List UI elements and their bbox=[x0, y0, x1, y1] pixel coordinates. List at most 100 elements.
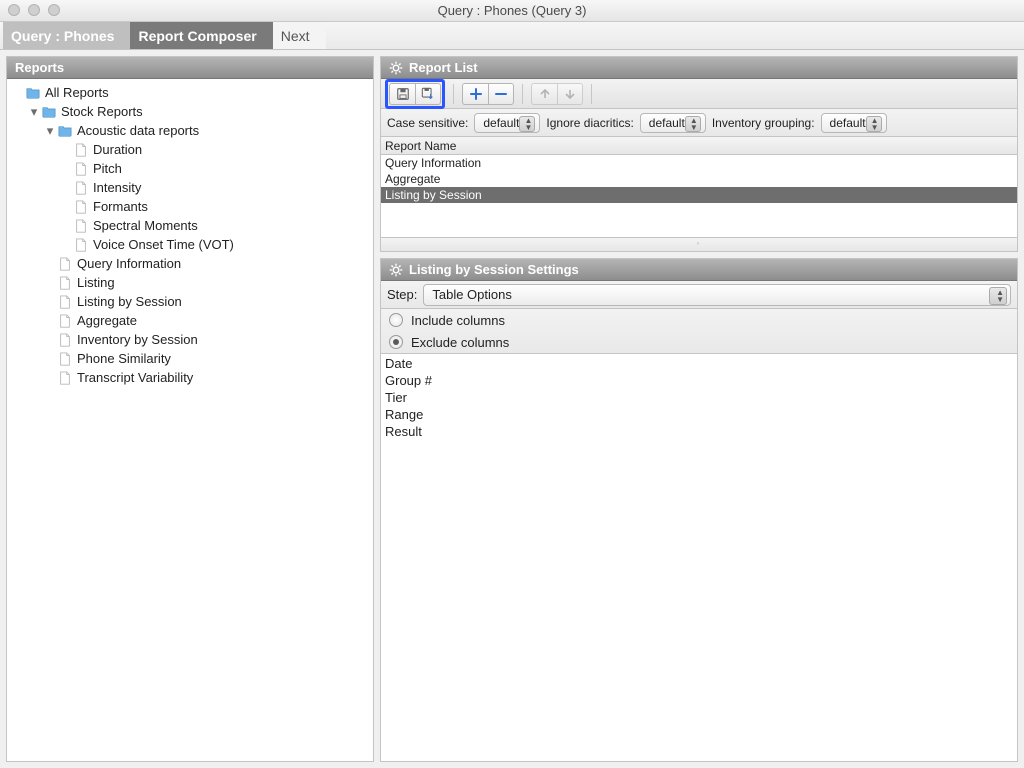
tree-item-label: Acoustic data reports bbox=[77, 123, 199, 138]
window-zoom-button[interactable] bbox=[48, 4, 60, 16]
settings-panel-title: Listing by Session Settings bbox=[409, 262, 579, 277]
tree-item[interactable]: ▸Formants bbox=[7, 197, 373, 216]
file-icon bbox=[57, 314, 73, 328]
file-icon bbox=[73, 162, 89, 176]
file-icon bbox=[57, 352, 73, 366]
file-icon bbox=[73, 181, 89, 195]
table-row[interactable]: Query Information bbox=[381, 155, 1017, 171]
step-label: Step: bbox=[387, 287, 417, 302]
window-title: Query : Phones (Query 3) bbox=[438, 3, 587, 18]
tree-item-label: Formants bbox=[93, 199, 148, 214]
tree-item-label: Intensity bbox=[93, 180, 141, 195]
tree-item[interactable]: ▸Voice Onset Time (VOT) bbox=[7, 235, 373, 254]
split-pane-grip[interactable]: ◦ bbox=[381, 237, 1017, 251]
radio-label: Exclude columns bbox=[411, 335, 509, 350]
ignore-diacritics-select[interactable]: default ▲▼ bbox=[640, 113, 706, 133]
columns-list[interactable]: DateGroup #TierRangeResult bbox=[381, 354, 1017, 761]
tree-item[interactable]: ▸Intensity bbox=[7, 178, 373, 197]
tree-item-label: Query Information bbox=[77, 256, 181, 271]
list-item[interactable]: Group # bbox=[385, 373, 1013, 390]
file-icon bbox=[57, 333, 73, 347]
list-item[interactable]: Tier bbox=[385, 390, 1013, 407]
list-item[interactable]: Date bbox=[385, 356, 1013, 373]
file-icon bbox=[57, 276, 73, 290]
window-minimize-button[interactable] bbox=[28, 4, 40, 16]
tree-item-acoustic[interactable]: ▾ Acoustic data reports bbox=[7, 121, 373, 140]
breadcrumb-query[interactable]: Query : Phones bbox=[3, 22, 130, 49]
tree-item-label: Listing by Session bbox=[77, 294, 182, 309]
report-list-options: Case sensitive: default ▲▼ Ignore diacri… bbox=[381, 109, 1017, 137]
step-select[interactable]: Table Options ▲▼ bbox=[423, 284, 1011, 306]
folder-icon bbox=[41, 105, 57, 119]
table-row[interactable]: Aggregate bbox=[381, 171, 1017, 187]
exclude-columns-radio[interactable]: Exclude columns bbox=[381, 331, 1017, 353]
breadcrumb-next-label: Next bbox=[281, 28, 310, 44]
list-item[interactable]: Result bbox=[385, 424, 1013, 441]
save-with-arrow-button[interactable] bbox=[415, 83, 441, 105]
breadcrumb-query-label: Query : Phones bbox=[11, 28, 114, 44]
window-titlebar: Query : Phones (Query 3) bbox=[0, 0, 1024, 22]
tree-item-label: Spectral Moments bbox=[93, 218, 198, 233]
tree-item-label: All Reports bbox=[45, 85, 109, 100]
inventory-grouping-select[interactable]: default ▲▼ bbox=[821, 113, 887, 133]
tree-item[interactable]: ▸Query Information bbox=[7, 254, 373, 273]
tree-item-stock-reports[interactable]: ▾ Stock Reports bbox=[7, 102, 373, 121]
tree-item[interactable]: ▸Duration bbox=[7, 140, 373, 159]
reports-tree[interactable]: ▸ All Reports ▾ bbox=[7, 79, 373, 761]
tree-item[interactable]: ▸Inventory by Session bbox=[7, 330, 373, 349]
file-icon bbox=[57, 371, 73, 385]
chevron-updown-icon: ▲▼ bbox=[524, 117, 532, 131]
tree-item[interactable]: ▸Spectral Moments bbox=[7, 216, 373, 235]
inventory-grouping-label: Inventory grouping: bbox=[712, 116, 815, 130]
tree-item[interactable]: ▸Phone Similarity bbox=[7, 349, 373, 368]
case-sensitive-label: Case sensitive: bbox=[387, 116, 468, 130]
settings-panel-header: Listing by Session Settings bbox=[381, 259, 1017, 281]
case-sensitive-select[interactable]: default ▲▼ bbox=[474, 113, 540, 133]
move-down-button[interactable] bbox=[557, 83, 583, 105]
tree-item[interactable]: ▸Aggregate bbox=[7, 311, 373, 330]
select-value: default bbox=[483, 116, 519, 130]
step-row: Step: Table Options ▲▼ bbox=[381, 281, 1017, 309]
radio-label: Include columns bbox=[411, 313, 505, 328]
reports-panel-header: Reports bbox=[7, 57, 373, 79]
add-report-button[interactable] bbox=[462, 83, 488, 105]
move-up-button[interactable] bbox=[531, 83, 557, 105]
tree-item-label: Pitch bbox=[93, 161, 122, 176]
report-list-panel: Report List bbox=[380, 56, 1018, 252]
chevron-updown-icon: ▲▼ bbox=[690, 117, 698, 131]
table-row[interactable]: Listing by Session bbox=[381, 187, 1017, 203]
report-list-header: Report List bbox=[381, 57, 1017, 79]
chevron-updown-icon: ▲▼ bbox=[871, 117, 879, 131]
window-close-button[interactable] bbox=[8, 4, 20, 16]
breadcrumb-report-composer[interactable]: Report Composer bbox=[118, 22, 272, 49]
save-button[interactable] bbox=[389, 83, 415, 105]
file-icon bbox=[73, 143, 89, 157]
remove-report-button[interactable] bbox=[488, 83, 514, 105]
tree-item-all-reports[interactable]: ▸ All Reports bbox=[7, 83, 373, 102]
folder-icon bbox=[25, 86, 41, 100]
file-icon bbox=[73, 238, 89, 252]
tree-item[interactable]: ▸Listing bbox=[7, 273, 373, 292]
file-icon bbox=[73, 219, 89, 233]
tree-item-label: Stock Reports bbox=[61, 104, 143, 119]
list-item[interactable]: Range bbox=[385, 407, 1013, 424]
report-list-toolbar bbox=[381, 79, 1017, 109]
tree-item-label: Duration bbox=[93, 142, 142, 157]
tree-item[interactable]: ▸Transcript Variability bbox=[7, 368, 373, 387]
tree-item[interactable]: ▸Pitch bbox=[7, 159, 373, 178]
folder-icon bbox=[57, 124, 73, 138]
report-table-header[interactable]: Report Name bbox=[381, 137, 1017, 155]
chevron-down-icon[interactable]: ▾ bbox=[27, 104, 41, 120]
include-columns-radio[interactable]: Include columns bbox=[381, 309, 1017, 331]
reports-panel-title: Reports bbox=[15, 60, 64, 75]
highlighted-save-group bbox=[385, 79, 445, 109]
tree-item[interactable]: ▸Listing by Session bbox=[7, 292, 373, 311]
breadcrumb: Query : Phones Report Composer Next bbox=[0, 22, 1024, 50]
gear-icon bbox=[389, 61, 403, 75]
file-icon bbox=[57, 295, 73, 309]
tree-item-label: Aggregate bbox=[77, 313, 137, 328]
radio-icon bbox=[389, 335, 403, 349]
chevron-down-icon[interactable]: ▾ bbox=[43, 123, 57, 139]
reports-panel: Reports ▸ All Reports ▾ bbox=[6, 56, 374, 762]
tree-item-label: Phone Similarity bbox=[77, 351, 171, 366]
